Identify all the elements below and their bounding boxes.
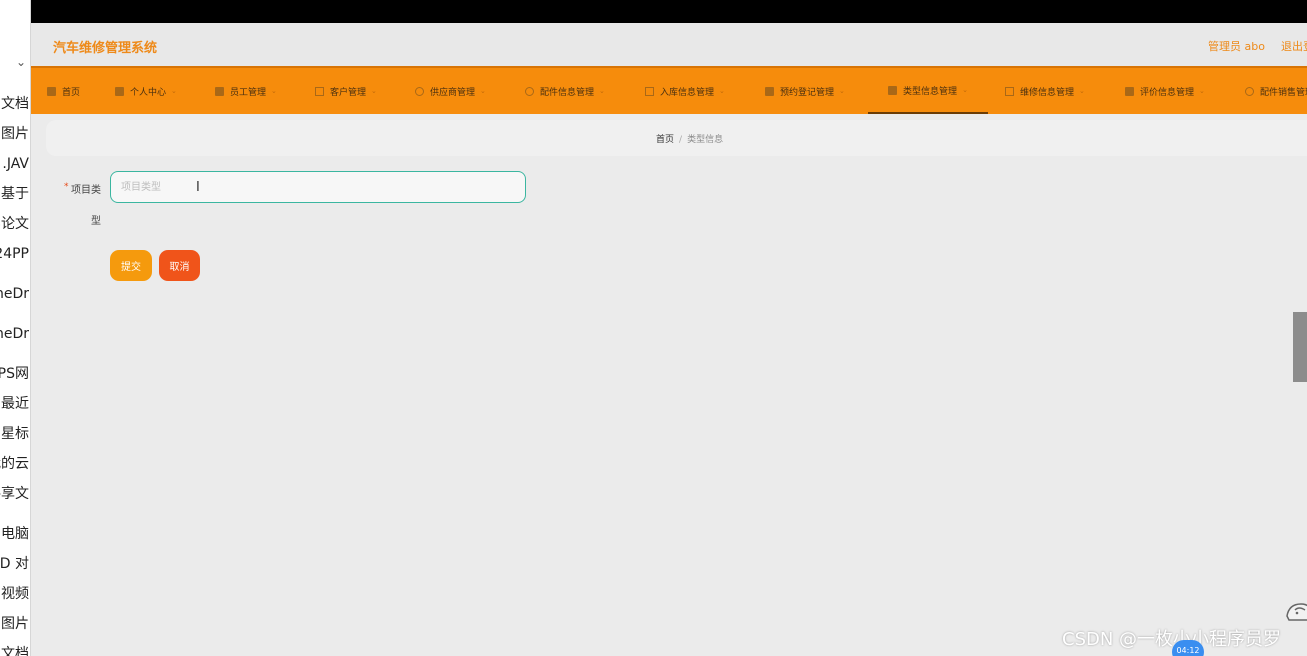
watermark: CSDN @一枚小小程序员罗 (1062, 629, 1282, 650)
explorer-item[interactable]: 最近 (1, 395, 29, 413)
chevron-down-icon: ⌄ (1079, 87, 1085, 95)
submit-button[interactable]: 提交 (110, 250, 152, 281)
parts-icon (525, 86, 534, 96)
nav-item-inbound[interactable]: 入库信息管理 ⌄ (645, 68, 725, 114)
staff-icon (215, 86, 224, 96)
nav-item-sales[interactable]: 配件销售管理 (1245, 68, 1307, 114)
nav-item-home[interactable]: 首页 (47, 68, 80, 114)
breadcrumb-separator: / (679, 135, 683, 145)
nav-item-label: 员工管理 (230, 87, 267, 98)
calendar-icon (765, 86, 774, 96)
nav-item-label: 首页 (62, 87, 81, 98)
explorer-item[interactable]: 星标 (1, 425, 29, 443)
breadcrumb-current: 类型信息 (687, 135, 724, 145)
wrench-icon (1005, 86, 1014, 96)
breadcrumb: 首页 / 类型信息 (656, 132, 723, 145)
user-icon (115, 86, 124, 96)
explorer-sidebar: ⌄ 文档 图片 .JAV 2基于 8论文 24PP neDr neDr PS网 … (0, 0, 31, 656)
chevron-down-icon: ⌄ (1199, 87, 1205, 95)
inbound-icon (645, 86, 654, 96)
nav-item-profile[interactable]: 个人中心 ⌄ (115, 68, 177, 114)
timer-badge: 04:12 (1172, 640, 1204, 656)
chevron-down-icon: ⌄ (599, 87, 605, 95)
explorer-item[interactable]: 8论文 (0, 215, 29, 233)
explorer-item[interactable]: 24PP (0, 245, 29, 263)
scrollbar-thumb[interactable] (1293, 312, 1307, 382)
app-header: 汽车维修管理系统 管理员 abo 退出登录 (31, 23, 1307, 66)
sales-icon (1245, 86, 1254, 96)
window-top-bar (31, 0, 1307, 23)
customer-icon (315, 86, 324, 96)
explorer-item[interactable]: neDr (0, 285, 29, 303)
review-icon (1125, 86, 1134, 96)
explorer-item[interactable]: 3D 对 (0, 555, 29, 573)
chevron-down-icon: ⌄ (719, 87, 725, 95)
explorer-item[interactable]: 视频 (1, 585, 29, 603)
nav-item-label: 类型信息管理 (903, 86, 958, 97)
nav-item-label: 供应商管理 (430, 87, 476, 98)
mascot-icon (1286, 603, 1307, 621)
nav-item-booking[interactable]: 预约登记管理 ⌄ (765, 68, 845, 114)
field-label-wrap: 型 (91, 216, 101, 227)
explorer-item[interactable]: 我的云 (0, 455, 29, 473)
text-cursor-icon: I (196, 180, 200, 195)
explorer-item[interactable]: neDr (0, 325, 29, 343)
supplier-icon (415, 86, 424, 96)
nav-item-parts[interactable]: 配件信息管理 ⌄ (525, 68, 605, 114)
chevron-down-icon: ⌄ (171, 87, 177, 95)
project-type-input[interactable] (110, 171, 526, 203)
nav-item-label: 个人中心 (130, 87, 167, 98)
main-nav: 首页 个人中心 ⌄ 员工管理 ⌄ 客户管理 ⌄ 供应商管理 ⌄ 配件信息管理 ⌄… (31, 66, 1307, 114)
nav-item-label: 预约登记管理 (780, 87, 835, 98)
nav-item-customers[interactable]: 客户管理 ⌄ (315, 68, 377, 114)
nav-item-label: 客户管理 (330, 87, 367, 98)
nav-item-repairs[interactable]: 维修信息管理 ⌄ (1005, 68, 1085, 114)
explorer-item[interactable]: 电脑 (1, 525, 29, 543)
home-icon (47, 86, 56, 96)
nav-item-staff[interactable]: 员工管理 ⌄ (215, 68, 277, 114)
logout-link[interactable]: 退出登录 (1281, 38, 1307, 54)
explorer-item[interactable]: 2基于 (0, 185, 29, 203)
chevron-down-icon: ⌄ (271, 87, 277, 95)
cancel-button[interactable]: 取消 (159, 250, 200, 281)
field-label: 项目类 (71, 185, 101, 196)
nav-item-label: 评价信息管理 (1140, 87, 1195, 98)
nav-item-types[interactable]: 类型信息管理 ⌄ (868, 68, 988, 114)
breadcrumb-home[interactable]: 首页 (656, 135, 674, 145)
explorer-item[interactable]: .JAV (2, 155, 29, 173)
nav-item-label: 维修信息管理 (1020, 87, 1075, 98)
explorer-item[interactable]: 文档 (1, 95, 29, 113)
explorer-item[interactable]: 图片 (1, 125, 29, 143)
nav-item-label: 配件销售管理 (1260, 87, 1307, 98)
chevron-down-icon[interactable]: ⌄ (16, 55, 26, 69)
explorer-item[interactable]: 文档 (1, 645, 29, 656)
chevron-down-icon: ⌄ (371, 87, 377, 95)
nav-item-suppliers[interactable]: 供应商管理 ⌄ (415, 68, 486, 114)
chevron-down-icon: ⌄ (962, 86, 968, 94)
explorer-item[interactable]: 共享文 (0, 485, 29, 503)
explorer-item[interactable]: 图片 (1, 615, 29, 633)
nav-item-label: 配件信息管理 (540, 87, 595, 98)
app-title: 汽车维修管理系统 (53, 41, 158, 56)
chevron-down-icon: ⌄ (480, 87, 486, 95)
nav-item-reviews[interactable]: 评价信息管理 ⌄ (1125, 68, 1205, 114)
chevron-down-icon: ⌄ (839, 87, 845, 95)
nav-item-label: 入库信息管理 (660, 87, 715, 98)
required-mark: * (64, 182, 69, 192)
type-icon (888, 85, 898, 95)
current-user: 管理员 abo (1208, 40, 1265, 53)
breadcrumb-panel: 首页 / 类型信息 (46, 120, 1307, 156)
explorer-item[interactable]: PS网 (0, 365, 29, 383)
